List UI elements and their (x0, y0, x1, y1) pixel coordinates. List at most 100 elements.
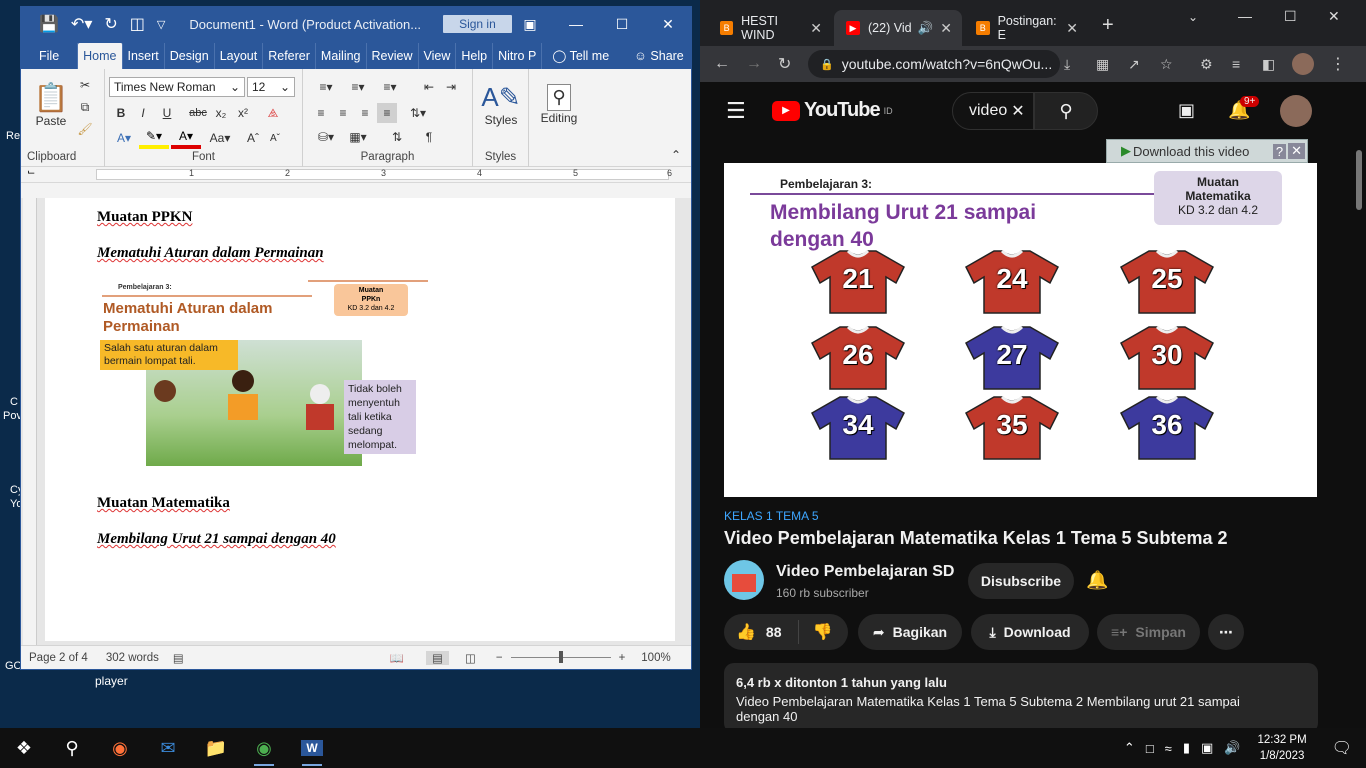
zoom-level[interactable]: 100% (641, 652, 670, 664)
doc-subheading[interactable]: Mematuhi Aturan dalam Permainan (97, 245, 324, 262)
maximize-icon[interactable]: ☐ (599, 7, 645, 41)
align-center-icon[interactable]: ≡ (333, 103, 353, 123)
tab-selector-icon[interactable]: ⌙ (27, 167, 35, 178)
taskbar-chrome[interactable]: ◉ (240, 728, 288, 768)
document-area[interactable]: Muatan PPKN Mematuhi Aturan dalam Permai… (21, 198, 691, 649)
share-icon[interactable]: ↗ (1128, 56, 1140, 73)
tab-layout[interactable]: Layout (215, 43, 264, 69)
grow-font-icon[interactable]: Aˆ (243, 127, 263, 149)
tab-mailings[interactable]: Mailing (316, 43, 367, 69)
zoom-out-icon[interactable]: − (496, 652, 503, 664)
reload-icon[interactable]: ↻ (778, 54, 791, 74)
search-button[interactable]: ⚲ (48, 728, 96, 768)
install-icon[interactable]: ⤓ (1064, 56, 1070, 73)
back-icon[interactable]: ← (714, 55, 730, 73)
close-tab-icon[interactable]: ✕ (1066, 20, 1078, 37)
shrink-font-icon[interactable]: Aˇ (265, 127, 285, 149)
tray-chevron-icon[interactable]: ⌃ (1124, 740, 1135, 756)
print-layout-icon[interactable]: ▤ (426, 650, 449, 665)
translate-icon[interactable]: ▦ (1096, 56, 1109, 73)
desktop-label[interactable]: player (95, 674, 128, 688)
notification-center-icon[interactable]: 🗨 (1332, 738, 1352, 758)
bold-button[interactable]: B (111, 103, 131, 123)
browser-tab[interactable]: B Postingan: E ✕ (964, 10, 1088, 46)
profile-avatar[interactable] (1292, 53, 1314, 75)
cut-icon[interactable]: ✂ (75, 75, 95, 95)
bookmark-star-icon[interactable]: ☆ (1160, 56, 1173, 73)
browser-tab-active[interactable]: ▶ (22) Vid 🔊 ✕ (834, 10, 962, 46)
show-marks-icon[interactable]: ¶ (419, 127, 439, 147)
close-tab-icon[interactable]: ✕ (810, 20, 822, 37)
thumbs-down-icon[interactable]: 👎 (813, 622, 833, 642)
tab-design[interactable]: Design (165, 43, 215, 69)
bullets-icon[interactable]: ≡▾ (311, 77, 341, 97)
clear-format-icon[interactable]: ⧌ (263, 103, 283, 123)
scrollbar[interactable] (1356, 150, 1362, 210)
format-painter-icon[interactable]: 🖌 (75, 119, 95, 139)
description-box[interactable]: 6,4 rb x ditonton 1 tahun yang lalu Vide… (724, 663, 1318, 733)
line-spacing-icon[interactable]: ⇅▾ (403, 103, 433, 123)
font-name-box[interactable]: Times New Roman ⌄ (109, 77, 245, 97)
clear-search-icon[interactable]: ✕ (1011, 101, 1024, 121)
align-left-icon[interactable]: ≡ (311, 103, 331, 123)
copy-icon[interactable]: ⧉ (75, 97, 95, 117)
tab-help[interactable]: Help (456, 43, 494, 69)
search-input[interactable]: video ✕ (952, 92, 1034, 130)
share-button[interactable]: ☺ Share (614, 43, 689, 69)
tab-search-icon[interactable]: ⌄ (1188, 10, 1198, 24)
hashtag-link[interactable]: KELAS 1 TEMA 5 (724, 509, 819, 523)
desktop-label[interactable]: C (10, 396, 18, 408)
extensions-icon[interactable]: ⚙ (1200, 56, 1213, 73)
taskbar-word[interactable]: W (288, 728, 336, 768)
channel-name[interactable]: Video Pembelajaran SD (776, 563, 954, 581)
side-panel-icon[interactable]: ◧ (1262, 56, 1275, 73)
tab-references[interactable]: Referer (263, 43, 316, 69)
numbering-icon[interactable]: ≡▾ (343, 77, 373, 97)
tab-nitro[interactable]: Nitro P (493, 43, 543, 69)
like-count[interactable]: 88 (766, 624, 782, 640)
save-icon[interactable]: 💾 (39, 14, 59, 34)
hamburger-menu-icon[interactable]: ☰ (726, 98, 746, 124)
reading-list-icon[interactable]: ≡ (1232, 56, 1240, 72)
shading-icon[interactable]: ⛁▾ (311, 127, 341, 147)
styles-button[interactable]: A✎ Styles (479, 75, 523, 133)
decrease-indent-icon[interactable]: ⇤ (419, 77, 439, 97)
superscript-button[interactable]: x² (233, 103, 253, 123)
zoom-slider[interactable] (510, 651, 611, 663)
text-effects-icon[interactable]: A▾ (111, 127, 137, 149)
horizontal-ruler[interactable]: ⌙ 1 2 3 4 5 6 (21, 167, 691, 183)
doc-subheading[interactable]: Membilang Urut 21 sampai dengan 40 (97, 531, 336, 548)
volume-icon[interactable]: 🔊 (1224, 740, 1240, 756)
undo-icon[interactable]: ↶▾ (71, 14, 92, 34)
doc-image-ppkn[interactable]: Pembelajaran 3: Muatan PPKn KD 3.2 dan 4… (98, 280, 428, 470)
tab-insert[interactable]: Insert (123, 43, 165, 69)
sort-icon[interactable]: ⇅ (387, 127, 407, 147)
zoom-in-icon[interactable]: + (619, 652, 626, 664)
share-button[interactable]: ➦ Bagikan (858, 614, 962, 650)
desktop-label[interactable]: Re (6, 130, 20, 142)
close-icon[interactable]: ✕ (645, 7, 691, 41)
channel-avatar[interactable] (724, 560, 764, 600)
minimize-icon[interactable]: — (553, 7, 599, 41)
tab-review[interactable]: Review (367, 43, 419, 69)
align-right-icon[interactable]: ≡ (355, 103, 375, 123)
document-page[interactable]: Muatan PPKN Mematuhi Aturan dalam Permai… (45, 198, 675, 641)
address-bar[interactable]: 🔒 youtube.com/watch?v=6nQwOu... (808, 50, 1060, 78)
search-button[interactable]: ⚲ (1034, 92, 1098, 130)
maximize-icon[interactable]: ☐ (1284, 8, 1297, 25)
subscribe-button[interactable]: Disubscribe (968, 563, 1074, 599)
editing-button[interactable]: ⚲ Editing (533, 75, 585, 133)
download-button[interactable]: ⤓ Download (971, 614, 1089, 650)
italic-button[interactable]: I (133, 103, 153, 123)
youtube-logo[interactable]: ▶ YouTube ID (772, 99, 893, 122)
paste-button[interactable]: 📋 Paste (29, 75, 73, 133)
help-icon[interactable]: ? (1272, 143, 1287, 159)
vertical-ruler[interactable] (23, 198, 37, 649)
taskbar-explorer[interactable]: 📁 (192, 728, 240, 768)
strikethrough-button[interactable]: abc (185, 103, 211, 123)
customize-qa-icon[interactable]: ▽ (157, 18, 165, 31)
more-actions-button[interactable]: ⋯ (1208, 614, 1244, 650)
thumbs-up-icon[interactable]: 👍 (736, 622, 756, 642)
font-size-box[interactable]: 12 ⌄ (247, 77, 295, 97)
subscript-button[interactable]: x₂ (211, 103, 231, 123)
